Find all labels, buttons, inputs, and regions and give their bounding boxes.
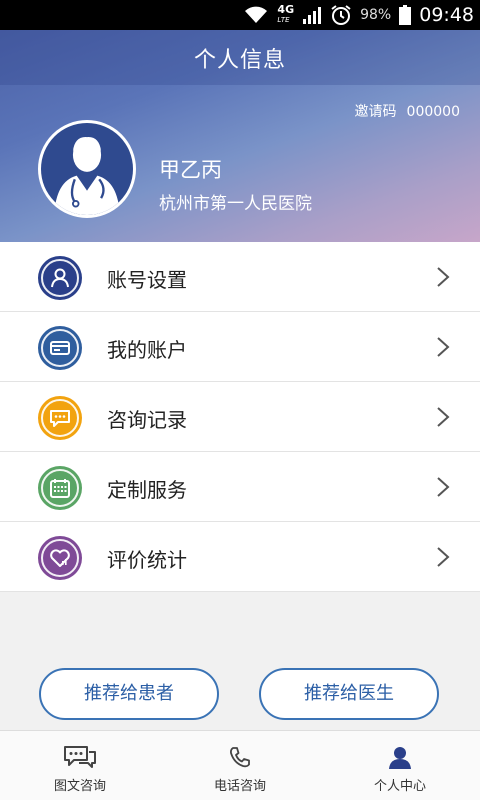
calendar-icon xyxy=(38,466,82,510)
menu-item-consult-records[interactable]: 咨询记录 xyxy=(0,382,480,452)
settings-menu: 账号设置 我的账户 咨询记录 定制服务 评价统计 xyxy=(0,242,480,592)
menu-item-label: 定制服务 xyxy=(107,478,187,502)
signal-icon xyxy=(302,5,322,25)
chevron-right-icon xyxy=(437,547,450,567)
chevron-right-icon xyxy=(437,407,450,427)
menu-item-my-account[interactable]: 我的账户 xyxy=(0,312,480,382)
chevron-right-icon xyxy=(437,337,450,357)
recommend-to-patient-button[interactable]: 推荐给患者 xyxy=(39,668,219,720)
invite-code-label: 邀请码 xyxy=(354,104,397,120)
person-icon xyxy=(387,745,413,769)
network-type: 4G xyxy=(277,2,295,16)
card-icon xyxy=(38,326,82,370)
invite-code: 邀请码 000000 xyxy=(355,101,460,121)
tab-label: 电话咨询 xyxy=(213,779,266,794)
chevron-right-icon xyxy=(437,267,450,287)
page-title: 个人信息 xyxy=(0,30,480,85)
menu-item-rating-stats[interactable]: 评价统计 xyxy=(0,522,480,592)
tab-personal-center[interactable]: 个人中心 xyxy=(320,731,480,800)
doctor-avatar-icon xyxy=(41,123,133,215)
menu-item-account-settings[interactable]: 账号设置 xyxy=(0,242,480,312)
battery-icon xyxy=(399,5,412,25)
menu-item-label: 我的账户 xyxy=(107,338,187,362)
clock: 09:48 xyxy=(419,4,474,26)
invite-code-value: 000000 xyxy=(406,104,460,120)
tab-text-consult[interactable]: 图文咨询 xyxy=(0,731,160,800)
user-icon xyxy=(38,256,82,300)
status-bar: 4G LTE 98% 09:48 xyxy=(0,0,480,30)
recommend-to-doctor-button[interactable]: 推荐给医生 xyxy=(259,668,439,720)
tab-label: 个人中心 xyxy=(373,779,426,794)
heart-stats-icon xyxy=(38,536,82,580)
chevron-right-icon xyxy=(437,477,450,497)
profile-header: 个人信息 邀请码 000000 甲乙丙 杭州市第一人民医院 xyxy=(0,30,480,242)
network-subtype: LTE xyxy=(277,15,290,24)
doctor-name: 甲乙丙 xyxy=(159,158,222,182)
menu-item-label: 评价统计 xyxy=(107,548,187,572)
screen: 4G LTE 98% 09:48 个人信息 邀请码 000000 甲乙丙 杭州市… xyxy=(0,0,480,800)
tab-phone-consult[interactable]: 电话咨询 xyxy=(160,731,320,800)
menu-item-label: 咨询记录 xyxy=(107,408,187,432)
battery-level: 98% xyxy=(360,7,392,23)
menu-item-custom-service[interactable]: 定制服务 xyxy=(0,452,480,522)
network-indicator: 4G LTE xyxy=(277,2,295,24)
bottom-tab-bar: 图文咨询 电话咨询 个人中心 xyxy=(0,730,480,800)
tab-label: 图文咨询 xyxy=(53,779,106,794)
avatar[interactable] xyxy=(38,120,136,218)
chat-record-icon xyxy=(38,396,82,440)
menu-item-label: 账号设置 xyxy=(107,268,187,292)
chat-icon xyxy=(63,745,97,769)
phone-icon xyxy=(228,745,252,769)
doctor-hospital: 杭州市第一人民医院 xyxy=(159,194,312,214)
wifi-icon xyxy=(243,5,269,25)
alarm-icon xyxy=(330,4,352,26)
